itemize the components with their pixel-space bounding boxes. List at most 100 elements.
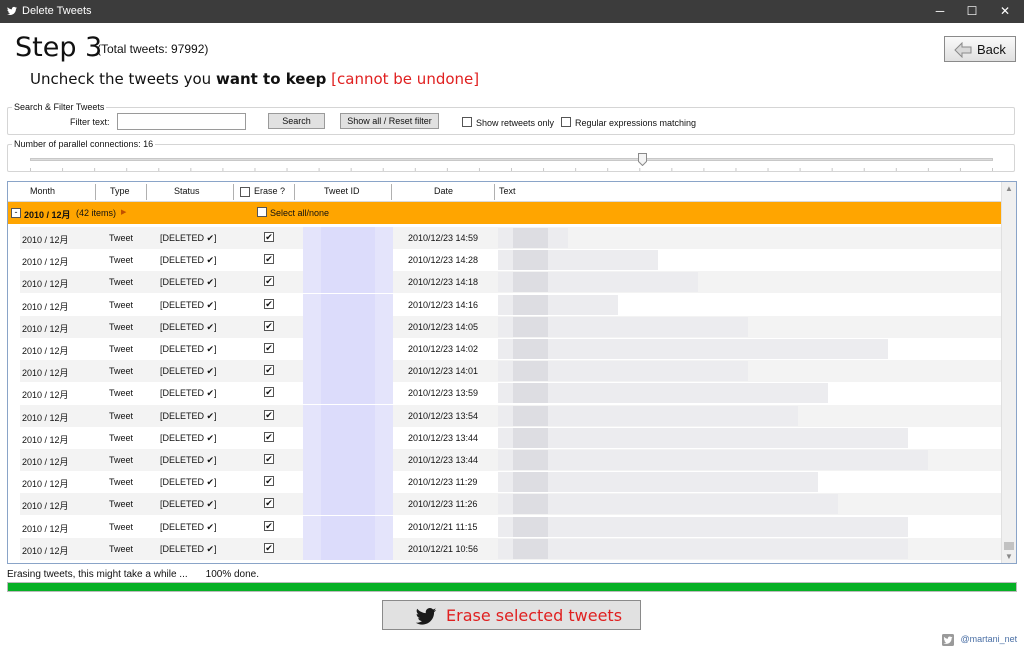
column-separator[interactable]: [95, 184, 96, 200]
maximize-button[interactable]: ☐: [955, 0, 989, 23]
cell-type: Tweet: [109, 455, 134, 465]
column-type[interactable]: Type: [110, 186, 130, 196]
progress-percent-text: 100% done.: [205, 569, 260, 580]
erase-checkbox[interactable]: ✔: [264, 409, 274, 420]
table-row[interactable]: 2010 / 12月 Tweet [DELETED ✔] ✔ 2010/12/23 14…: [20, 227, 1004, 249]
table-row[interactable]: 2010 / 12月 Tweet [DELETED ✔] ✔ 2010/12/23 13…: [20, 382, 1004, 405]
select-all-checkbox[interactable]: [257, 207, 267, 217]
cell-type: Tweet: [109, 366, 134, 377]
column-month[interactable]: Month: [30, 186, 55, 196]
erase-selected-button[interactable]: Erase selected tweets: [382, 600, 641, 630]
erase-checkbox[interactable]: ✔: [264, 387, 274, 398]
window-title: Delete Tweets: [22, 5, 92, 17]
column-status[interactable]: Status: [174, 186, 200, 196]
tweets-grid[interactable]: Month Type Status Erase ? Tweet ID Date …: [7, 181, 1017, 564]
erase-checkbox[interactable]: ✔: [264, 520, 274, 531]
column-text[interactable]: Text: [499, 186, 516, 196]
column-tweet-id[interactable]: Tweet ID: [324, 186, 360, 196]
regex-checkbox[interactable]: [561, 117, 571, 127]
cell-date: 2010/12/21 11:15: [408, 521, 478, 532]
cell-date: 2010/12/23 14:01: [408, 366, 479, 377]
retweets-only-checkbox[interactable]: [462, 117, 472, 127]
cell-status: [DELETED ✔]: [160, 388, 217, 399]
tweet-text-redacted: [498, 472, 818, 493]
erase-checkbox[interactable]: ✔: [264, 365, 274, 376]
column-erase[interactable]: Erase ?: [254, 186, 285, 196]
table-row[interactable]: 2010 / 12月 Tweet [DELETED ✔] ✔ 2010/12/21 11…: [20, 515, 1004, 538]
erase-checkbox[interactable]: ✔: [264, 232, 274, 242]
erase-checkbox[interactable]: ✔: [264, 476, 274, 487]
connections-slider-thumb[interactable]: [638, 153, 647, 166]
cell-status: [DELETED ✔]: [160, 521, 217, 532]
cell-month: 2010 / 12月: [22, 434, 69, 445]
twitter-bird-icon: [7, 6, 17, 15]
table-row[interactable]: 2010 / 12月 Tweet [DELETED ✔] ✔ 2010/12/23 14…: [20, 360, 1004, 383]
column-separator[interactable]: [294, 184, 295, 200]
tweet-text-redacted: [498, 316, 748, 337]
erase-checkbox[interactable]: ✔: [264, 320, 274, 331]
filter-text-input[interactable]: [117, 113, 246, 130]
table-row[interactable]: 2010 / 12月 Tweet [DELETED ✔] ✔ 2010/12/23 13…: [20, 426, 1004, 449]
cell-status: [DELETED ✔]: [160, 543, 217, 554]
erase-checkbox[interactable]: ✔: [264, 276, 274, 287]
group-row-2010-12[interactable]: - 2010 / 12月 (42 items) ▶ Select all/non…: [8, 202, 1004, 224]
author-credit-label: @martani_net: [960, 634, 1018, 645]
scroll-up-icon[interactable]: ▲: [1005, 184, 1013, 193]
column-separator[interactable]: [391, 184, 392, 200]
cell-type: Tweet: [109, 233, 134, 243]
erase-checkbox[interactable]: ✔: [264, 498, 274, 509]
column-date[interactable]: Date: [434, 186, 453, 196]
table-row[interactable]: 2010 / 12月 Tweet [DELETED ✔] ✔ 2010/12/23 14…: [20, 315, 1004, 338]
column-separator[interactable]: [233, 184, 234, 200]
erase-checkbox[interactable]: ✔: [264, 254, 274, 265]
minimize-button[interactable]: ─: [923, 0, 957, 23]
column-separator[interactable]: [494, 184, 495, 200]
column-separator[interactable]: [146, 184, 147, 200]
table-row[interactable]: 2010 / 12月 Tweet [DELETED ✔] ✔ 2010/12/23 14…: [20, 338, 1004, 360]
erase-checkbox[interactable]: ✔: [264, 343, 274, 353]
erase-checkbox[interactable]: ✔: [264, 298, 274, 309]
back-button[interactable]: Back: [944, 36, 1016, 62]
erase-checkbox[interactable]: ✔: [264, 542, 274, 553]
author-credit-link[interactable]: @martani_net: [942, 634, 1017, 646]
cell-month: 2010 / 12月: [22, 257, 69, 268]
cell-month: 2010 / 12月: [22, 412, 69, 423]
tweet-id-redacted: [303, 426, 393, 449]
twitter-bird-icon: [415, 608, 437, 625]
scrollbar-thumb[interactable]: [1004, 542, 1014, 550]
show-all-reset-button[interactable]: Show all / Reset filter: [340, 113, 439, 129]
group-title: 2010 / 12月: [24, 210, 71, 220]
erase-all-header-checkbox[interactable]: [240, 187, 250, 197]
erase-checkbox[interactable]: ✔: [264, 454, 274, 464]
progress-bar: [7, 582, 1017, 592]
search-button[interactable]: Search: [268, 113, 325, 129]
tweet-text-redacted: [498, 538, 908, 559]
erase-checkbox[interactable]: ✔: [264, 431, 274, 442]
table-row[interactable]: 2010 / 12月 Tweet [DELETED ✔] ✔ 2010/12/23 11…: [20, 493, 1004, 516]
table-row[interactable]: 2010 / 12月 Tweet [DELETED ✔] ✔ 2010/12/23 14…: [20, 271, 1004, 294]
erase-selected-label: Erase selected tweets: [446, 606, 623, 625]
instruction-bold: want to keep: [215, 70, 327, 88]
scroll-down-icon[interactable]: ▼: [1005, 552, 1013, 561]
back-button-label: Back: [977, 42, 1006, 57]
tweet-text-redacted: [498, 427, 908, 448]
tweet-text-redacted: [498, 339, 888, 359]
cell-date: 2010/12/23 14:05: [408, 321, 479, 332]
grid-vertical-scrollbar[interactable]: ▲ ▼: [1001, 182, 1016, 563]
cell-status: [DELETED ✔]: [160, 477, 217, 488]
cell-month: 2010 / 12月: [22, 346, 69, 356]
tweet-text-redacted: [498, 228, 568, 248]
connections-slider-track[interactable]: [30, 158, 993, 161]
tweet-id-redacted: [303, 404, 393, 427]
table-row[interactable]: 2010 / 12月 Tweet [DELETED ✔] ✔ 2010/12/23 13…: [20, 449, 1004, 471]
table-row[interactable]: 2010 / 12月 Tweet [DELETED ✔] ✔ 2010/12/23 13…: [20, 404, 1004, 427]
group-collapse-toggle[interactable]: -: [11, 208, 21, 218]
table-row[interactable]: 2010 / 12月 Tweet [DELETED ✔] ✔ 2010/12/21 10…: [20, 537, 1004, 560]
cell-status: [DELETED ✔]: [160, 233, 217, 243]
cell-type: Tweet: [109, 410, 134, 421]
progress-bar-fill: [8, 583, 1016, 591]
table-row[interactable]: 2010 / 12月 Tweet [DELETED ✔] ✔ 2010/12/23 14…: [20, 249, 1004, 272]
table-row[interactable]: 2010 / 12月 Tweet [DELETED ✔] ✔ 2010/12/23 14…: [20, 293, 1004, 316]
table-row[interactable]: 2010 / 12月 Tweet [DELETED ✔] ✔ 2010/12/23 11…: [20, 471, 1004, 494]
close-button[interactable]: ✕: [988, 0, 1022, 23]
